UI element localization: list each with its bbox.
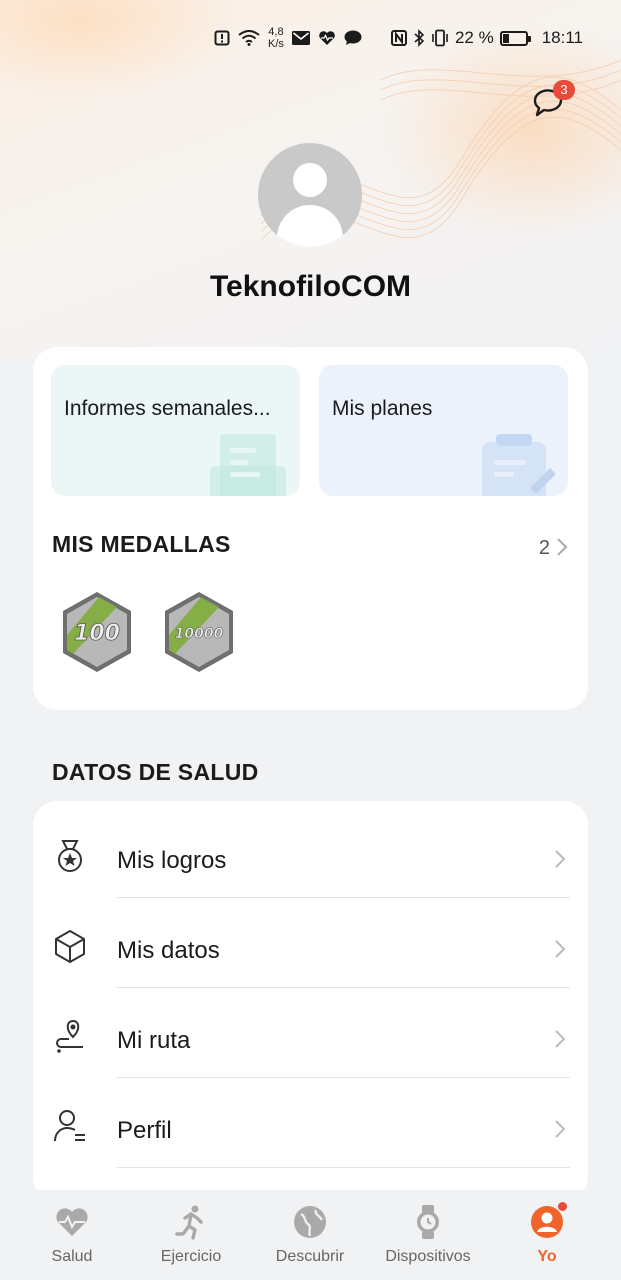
medal-badge-icon: 10000 (165, 592, 233, 672)
network-speed-value: 4,8 (268, 26, 284, 38)
overview-card: Informes semanales... Mis planes MIS MED… (33, 347, 588, 710)
medal-label: 10000 (175, 626, 224, 642)
alert-icon (214, 30, 230, 46)
divider (117, 987, 570, 988)
nav-label: Yo (537, 1248, 557, 1265)
chat-bubble-icon (344, 30, 362, 45)
list-item-profile[interactable]: Perfil (33, 1079, 588, 1169)
list-item-label: Mis logros (117, 847, 227, 874)
medal-10000[interactable]: 10000 (161, 590, 237, 674)
list-item-label: Mi ruta (117, 1027, 191, 1054)
list-item-my-route[interactable]: Mi ruta (33, 989, 588, 1079)
clock: 18:11 (541, 28, 583, 47)
globe-icon (294, 1206, 326, 1238)
medal-icon (58, 840, 82, 872)
health-data-list: Mis logros Mis datos Mi ruta Perfil (33, 801, 588, 1201)
chevron-right-icon (555, 1120, 566, 1138)
nav-label: Salud (51, 1248, 93, 1265)
chevron-right-icon (555, 940, 566, 958)
my-plans-label: Mis planes (332, 397, 433, 420)
nav-label: Descubrir (275, 1248, 345, 1265)
chevron-right-icon[interactable] (556, 537, 568, 557)
battery-icon (499, 30, 531, 46)
running-icon (175, 1205, 203, 1240)
battery-percent: 22 % (454, 28, 494, 47)
profile-icon (54, 1110, 85, 1142)
mail-icon (291, 31, 310, 45)
avatar-body (277, 205, 343, 247)
weekly-reports-label: Informes semanales... (64, 397, 271, 420)
route-icon (56, 1019, 83, 1053)
network-speed-unit: K/s (268, 38, 284, 50)
bottom-navigation: Salud Ejercicio Descubrir Dispositivos Y… (0, 1190, 621, 1280)
nfc-icon (390, 30, 407, 46)
nav-item-yo[interactable]: Yo (492, 1202, 602, 1266)
list-item-label: Perfil (117, 1117, 172, 1144)
list-item-my-achievements[interactable]: Mis logros (33, 809, 588, 899)
report-document-icon (210, 434, 286, 496)
nav-item-ejercicio[interactable]: Ejercicio (136, 1204, 246, 1266)
nav-item-descubrir[interactable]: Descubrir (255, 1204, 365, 1266)
notification-dot (558, 1202, 567, 1211)
watch-icon (417, 1205, 439, 1239)
heart-pulse-icon (56, 1208, 88, 1236)
status-right-icons: 22 % 18:11 (390, 22, 583, 54)
avatar[interactable] (258, 143, 362, 247)
clipboard-edit-icon (482, 434, 556, 496)
avatar-head (293, 163, 327, 197)
wifi-icon (238, 30, 260, 46)
weekly-reports-tile[interactable]: Informes semanales... (51, 365, 300, 496)
decorative-wave-lines (260, 59, 621, 241)
medal-badge-icon: 100 (63, 592, 131, 672)
health-heart-icon (319, 31, 335, 45)
medals-count[interactable]: 2 (539, 537, 550, 560)
status-bar: 4,8 K/s 22 % 18:11 (0, 22, 621, 54)
messages-badge: 3 (553, 80, 575, 100)
list-item-label: Mis datos (117, 937, 220, 964)
medal-label: 100 (74, 621, 120, 646)
status-left-icons: 4,8 K/s (214, 22, 362, 54)
my-plans-tile[interactable]: Mis planes (319, 365, 568, 496)
nav-item-salud[interactable]: Salud (17, 1204, 127, 1266)
divider (117, 1077, 570, 1078)
nav-label: Ejercicio (160, 1248, 222, 1265)
bluetooth-icon (414, 29, 425, 47)
cube-icon (55, 930, 85, 963)
divider (117, 897, 570, 898)
username[interactable]: TeknofiloCOM (0, 270, 621, 304)
vibrate-icon (432, 29, 448, 47)
list-item-my-data[interactable]: Mis datos (33, 899, 588, 989)
chevron-right-icon (555, 850, 566, 868)
chevron-right-icon (555, 1030, 566, 1048)
medal-100[interactable]: 100 (59, 590, 135, 674)
nav-item-dispositivos[interactable]: Dispositivos (373, 1204, 483, 1266)
nav-label: Dispositivos (385, 1248, 471, 1265)
network-speed: 4,8 K/s (268, 26, 284, 50)
medals-title: MIS MEDALLAS (52, 531, 231, 557)
divider (117, 1167, 570, 1168)
health-data-title: DATOS DE SALUD (52, 759, 259, 785)
